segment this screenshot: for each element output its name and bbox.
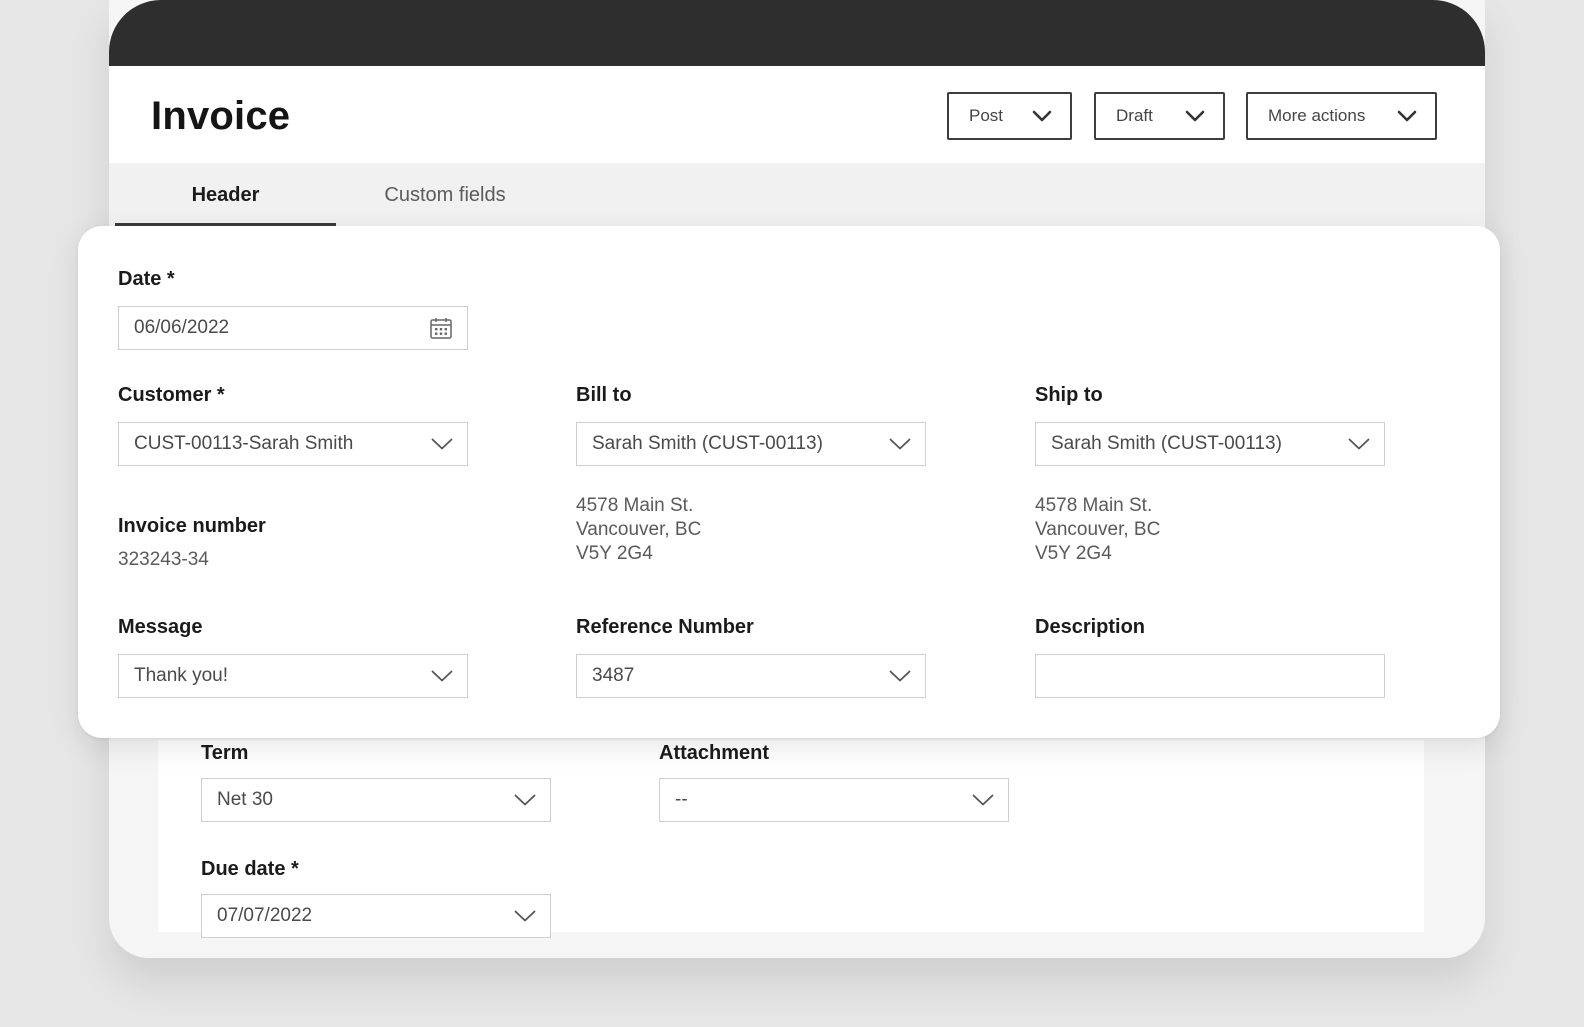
due-date-label: Due date * [201,858,299,880]
chevron-down-icon [431,438,453,450]
bill-to-address: 4578 Main St. Vancouver, BC V5Y 2G4 [576,494,701,566]
customer-value: CUST-00113-Sarah Smith [134,433,354,454]
bill-to-address-line: Vancouver, BC [576,519,702,540]
reference-number-value: 3487 [592,665,635,686]
invoice-number-label: Invoice number [118,515,266,537]
customer-label: Customer * [118,384,225,406]
chevron-down-icon [514,910,536,922]
ship-to-address-line: V5Y 2G4 [1035,543,1112,564]
due-date-value: 07/07/2022 [217,905,313,926]
date-value: 06/06/2022 [134,317,230,338]
attachment-label: Attachment [659,742,770,764]
reference-number-label: Reference Number [576,616,754,638]
date-input[interactable]: 06/06/2022 [118,306,468,350]
lower-form-section: Term Net 30 Attachment -- Due date * 07/… [158,740,1424,938]
bill-to-value: Sarah Smith (CUST-00113) [592,433,823,454]
chevron-down-icon [889,438,911,450]
chevron-down-icon [514,794,536,806]
ship-to-value: Sarah Smith (CUST-00113) [1051,433,1282,454]
device-top-bar [109,0,1485,66]
bill-to-address-line: V5Y 2G4 [576,543,653,564]
term-select[interactable]: Net 30 [201,778,551,822]
ship-to-select[interactable]: Sarah Smith (CUST-00113) [1035,422,1385,466]
bill-to-label: Bill to [576,384,632,406]
ship-to-address-line: Vancouver, BC [1035,519,1161,540]
tab-bar: Header Custom fields [109,163,1485,226]
ship-to-address: 4578 Main St. Vancouver, BC V5Y 2G4 [1035,494,1160,566]
draft-button[interactable]: Draft [1094,92,1225,140]
date-label: Date * [118,268,175,290]
message-value: Thank you! [134,665,228,686]
chevron-down-icon [1032,110,1052,122]
message-label: Message [118,616,203,638]
chevron-down-icon [1185,110,1205,122]
chevron-down-icon [1348,438,1370,450]
bill-to-select[interactable]: Sarah Smith (CUST-00113) [576,422,926,466]
page-title: Invoice [151,94,291,138]
ship-to-label: Ship to [1035,384,1103,406]
invoice-number-value: 323243-34 [118,549,209,570]
calendar-icon[interactable] [429,316,453,340]
chevron-down-icon [1397,110,1417,122]
attachment-value: -- [675,789,688,810]
reference-number-select[interactable]: 3487 [576,654,926,698]
chevron-down-icon [431,670,453,682]
header-form-card: Date * 06/06/2022 Customer * CUST-00113-… [78,226,1500,738]
message-select[interactable]: Thank you! [118,654,468,698]
post-button-label: Post [969,106,1004,125]
page-header: Invoice Post Draft More actions [109,66,1485,163]
description-label: Description [1035,616,1146,638]
attachment-select[interactable]: -- [659,778,1009,822]
term-label: Term [201,742,249,764]
term-value: Net 30 [217,789,273,810]
tab-custom-fields[interactable]: Custom fields [355,163,535,223]
draft-button-label: Draft [1116,106,1153,125]
more-actions-button-label: More actions [1268,106,1366,125]
post-button[interactable]: Post [947,92,1072,140]
description-input[interactable] [1035,654,1385,698]
customer-select[interactable]: CUST-00113-Sarah Smith [118,422,468,466]
chevron-down-icon [972,794,994,806]
bill-to-address-line: 4578 Main St. [576,495,694,516]
due-date-select[interactable]: 07/07/2022 [201,894,551,938]
more-actions-button[interactable]: More actions [1246,92,1437,140]
ship-to-address-line: 4578 Main St. [1035,495,1153,516]
chevron-down-icon [889,670,911,682]
tab-header[interactable]: Header [115,163,336,226]
